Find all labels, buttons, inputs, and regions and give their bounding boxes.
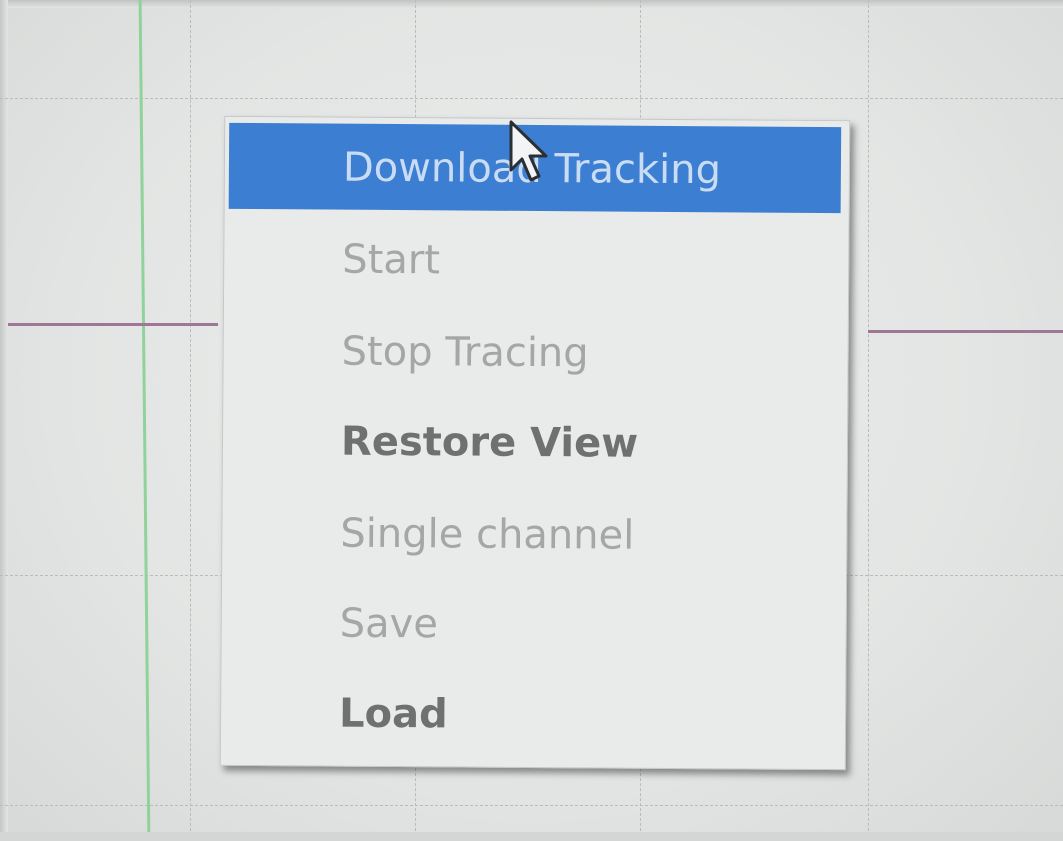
menu-item-stop-tracing[interactable]: Stop Tracing <box>223 307 844 399</box>
menu-item-single-channel[interactable]: Single channel <box>222 489 843 581</box>
menu-item-load[interactable]: Load <box>221 669 842 761</box>
grid-line <box>868 0 869 841</box>
menu-item-restore-view[interactable]: Restore View <box>223 397 844 489</box>
context-menu: Download Tracking Start Stop Tracing Res… <box>219 115 851 771</box>
menu-item-save[interactable]: Save <box>221 579 842 671</box>
signal-trace <box>868 330 1063 333</box>
screen-bezel-top <box>0 0 1063 8</box>
screen-bezel-left <box>0 0 8 841</box>
signal-trace <box>8 323 218 326</box>
vertical-cursor-line[interactable] <box>138 0 151 841</box>
screen-bottom-edge <box>0 832 1063 841</box>
mouse-pointer-icon <box>509 120 548 182</box>
grid-line <box>0 805 1063 806</box>
menu-item-start[interactable]: Start <box>224 215 845 307</box>
grid-line <box>0 98 1063 99</box>
scope-screen: Download Tracking Start Stop Tracing Res… <box>0 0 1063 841</box>
grid-line <box>190 0 191 841</box>
